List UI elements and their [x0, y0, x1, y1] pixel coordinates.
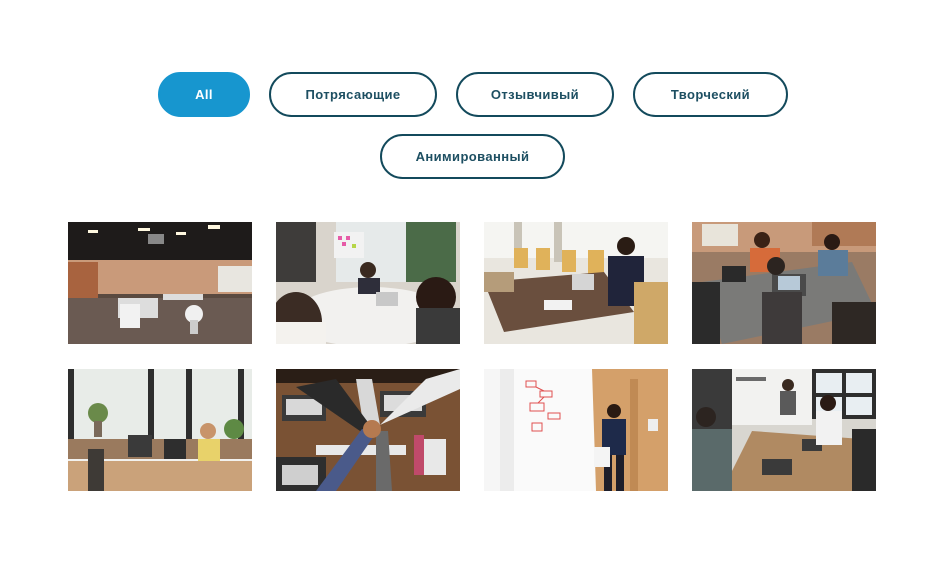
filter-creative-button[interactable]: Творческий — [633, 72, 788, 117]
filter-animated-button[interactable]: Анимированный — [380, 134, 565, 179]
whiteboard-presentation-photo — [484, 369, 668, 491]
gallery-item[interactable] — [68, 222, 252, 344]
conference-room-photo — [484, 222, 668, 344]
filter-responsive-button[interactable]: Отзывчивый — [456, 72, 614, 117]
team-laptops-photo — [692, 222, 876, 344]
team-fist-bump-photo — [276, 369, 460, 491]
open-office-photo — [68, 222, 252, 344]
meeting-table-photo — [276, 222, 460, 344]
gallery-item[interactable] — [692, 222, 876, 344]
gallery-item[interactable] — [484, 222, 668, 344]
gallery-item[interactable] — [484, 369, 668, 491]
office-desk-photo — [68, 369, 252, 491]
filter-stunning-button[interactable]: Потрясающие — [269, 72, 437, 117]
gallery-item[interactable] — [276, 369, 460, 491]
filter-all-button[interactable]: All — [158, 72, 250, 117]
gallery-item[interactable] — [276, 222, 460, 344]
gallery-item[interactable] — [68, 369, 252, 491]
team-meeting-presentation-photo — [692, 369, 876, 491]
gallery-item[interactable] — [692, 369, 876, 491]
